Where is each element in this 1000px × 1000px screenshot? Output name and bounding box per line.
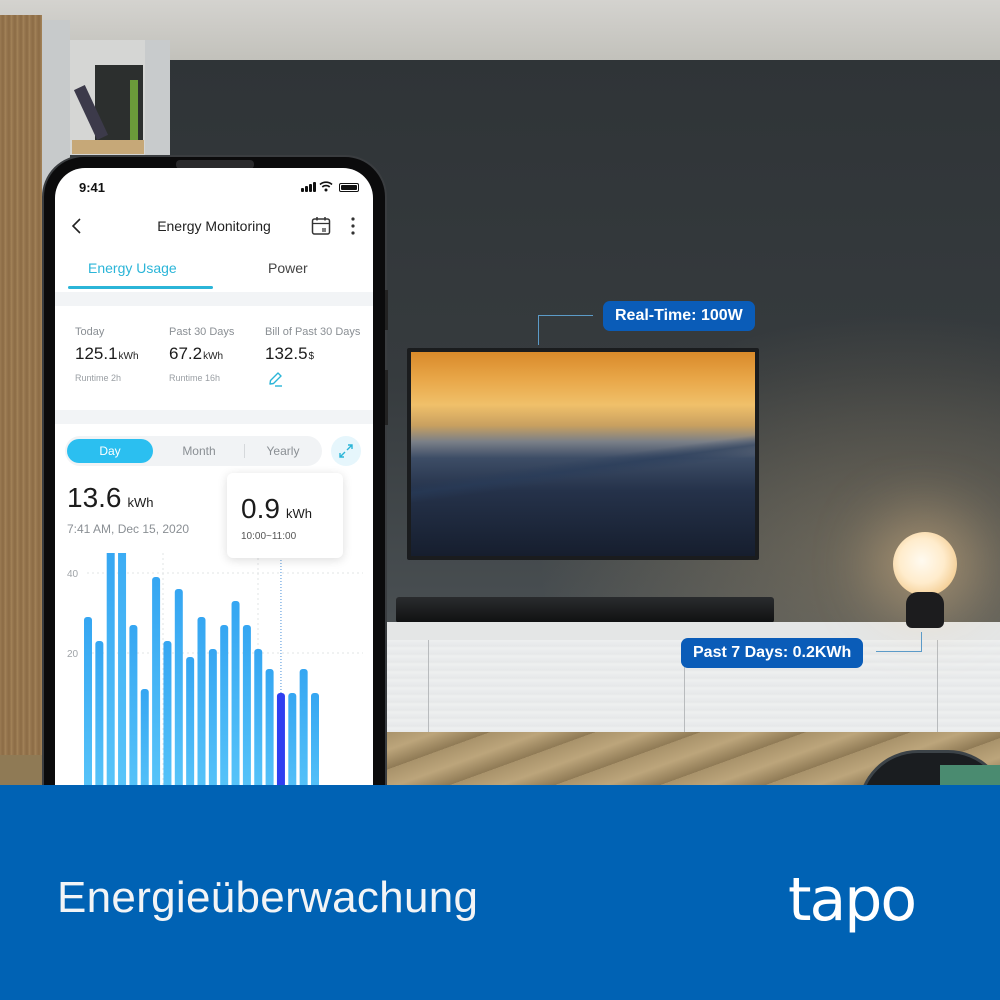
- stats-row: Today 125.1kWh Runtime 2h Past 30 Days 6…: [55, 304, 373, 416]
- stat-value: 125.1: [75, 344, 118, 363]
- lamp-base: [906, 592, 944, 628]
- chair-cushion: [940, 765, 1000, 785]
- chart-bar[interactable]: [231, 601, 240, 808]
- daily-total-unit: kWh: [127, 495, 154, 510]
- stat-label: Bill of Past 30 Days: [265, 326, 361, 338]
- cabinet-divider: [937, 640, 938, 732]
- realtime-power-callout: Real-Time: 100W: [603, 301, 755, 331]
- tapo-logo: tapo: [788, 865, 917, 935]
- book: [130, 80, 138, 140]
- edit-bill-icon[interactable]: [265, 369, 285, 389]
- stat-past-30-days: Past 30 Days 67.2kWh Runtime 16h: [169, 326, 234, 383]
- daily-total: 13.6 kWh: [67, 482, 154, 514]
- lamp: [893, 532, 957, 596]
- daily-total-value: 13.6: [67, 482, 122, 513]
- y-tick-label: 20: [67, 649, 79, 660]
- period-option-yearly[interactable]: Yearly: [247, 439, 319, 463]
- chart-bar[interactable]: [106, 553, 115, 808]
- active-tab-indicator: [68, 286, 213, 289]
- chart-bar[interactable]: [84, 617, 92, 808]
- tooltip-value: 0.9: [241, 493, 280, 524]
- y-tick-label: 40: [67, 569, 79, 580]
- wood-panel: [0, 15, 42, 755]
- callout-leader-line: [538, 315, 593, 345]
- tv-screen: [411, 352, 755, 556]
- stat-label: Today: [75, 326, 105, 338]
- cabinet-divider: [428, 640, 429, 732]
- status-time: 9:41: [79, 180, 106, 195]
- more-options-icon[interactable]: [349, 214, 357, 238]
- stat-unit: kWh: [203, 351, 224, 362]
- period-option-month[interactable]: Month: [159, 439, 239, 463]
- segment-divider: [244, 444, 245, 458]
- banner-title: Energieüberwachung: [57, 873, 479, 922]
- period-option-day[interactable]: Day: [67, 439, 153, 463]
- callout-leader-line: [876, 632, 922, 652]
- phone-side-button: [385, 290, 388, 330]
- tab-energy-usage[interactable]: Energy Usage: [88, 260, 177, 276]
- chart-bar[interactable]: [95, 641, 104, 808]
- bottom-banner: Energieüberwachung tapo: [0, 785, 1000, 1000]
- stat-value: 132.5: [265, 344, 308, 363]
- calendar-icon[interactable]: [310, 215, 332, 237]
- cellular-signal-icon: [301, 182, 316, 192]
- chart-bar[interactable]: [118, 553, 127, 808]
- stat-runtime: Runtime 2h: [75, 373, 122, 383]
- status-bar: 9:41: [55, 168, 373, 204]
- shelf-plank: [72, 140, 144, 154]
- stat-unit: $: [308, 351, 315, 362]
- chart-bar[interactable]: [242, 625, 251, 808]
- expand-chart-button[interactable]: [331, 436, 361, 466]
- chart-bar[interactable]: [152, 577, 161, 808]
- chart-bar[interactable]: [197, 617, 206, 808]
- stat-bill-past-30-days: Bill of Past 30 Days 132.5$: [265, 326, 360, 394]
- chart-bar[interactable]: [163, 641, 172, 808]
- tooltip-time-range: 10:00~11:00: [241, 531, 297, 542]
- tab-power[interactable]: Power: [268, 260, 308, 276]
- tab-bar: Energy Usage Power: [55, 254, 373, 290]
- soundbar: [396, 597, 774, 623]
- energy-bar-chart: 204060: [67, 553, 363, 808]
- battery-icon: [339, 183, 359, 192]
- stat-value: 67.2: [169, 344, 203, 363]
- wifi-icon: [319, 181, 333, 192]
- stat-label: Past 30 Days: [169, 326, 235, 338]
- nav-bar: Energy Monitoring: [55, 208, 373, 244]
- section-divider: [55, 410, 373, 424]
- tooltip-unit: kWh: [285, 506, 312, 521]
- past-7-days-callout: Past 7 Days: 0.2KWh: [681, 638, 864, 668]
- summary-timestamp: 7:41 AM, Dec 15, 2020: [67, 522, 190, 536]
- phone-side-button: [385, 370, 388, 425]
- chart-bar[interactable]: [220, 625, 229, 808]
- stat-unit: kWh: [118, 351, 139, 362]
- chart-tooltip: 0.9 kWh 10:00~11:00: [227, 473, 343, 558]
- stat-today: Today 125.1kWh Runtime 2h: [75, 326, 139, 383]
- expand-icon: [339, 444, 353, 458]
- stat-runtime: Runtime 16h: [169, 373, 221, 383]
- app-screen: 9:41 Energy Monitoring Energy Usage Powe…: [55, 168, 373, 808]
- chart-bar[interactable]: [174, 589, 183, 808]
- chart-bar[interactable]: [129, 625, 138, 808]
- period-selector: Day Month Yearly: [65, 436, 322, 466]
